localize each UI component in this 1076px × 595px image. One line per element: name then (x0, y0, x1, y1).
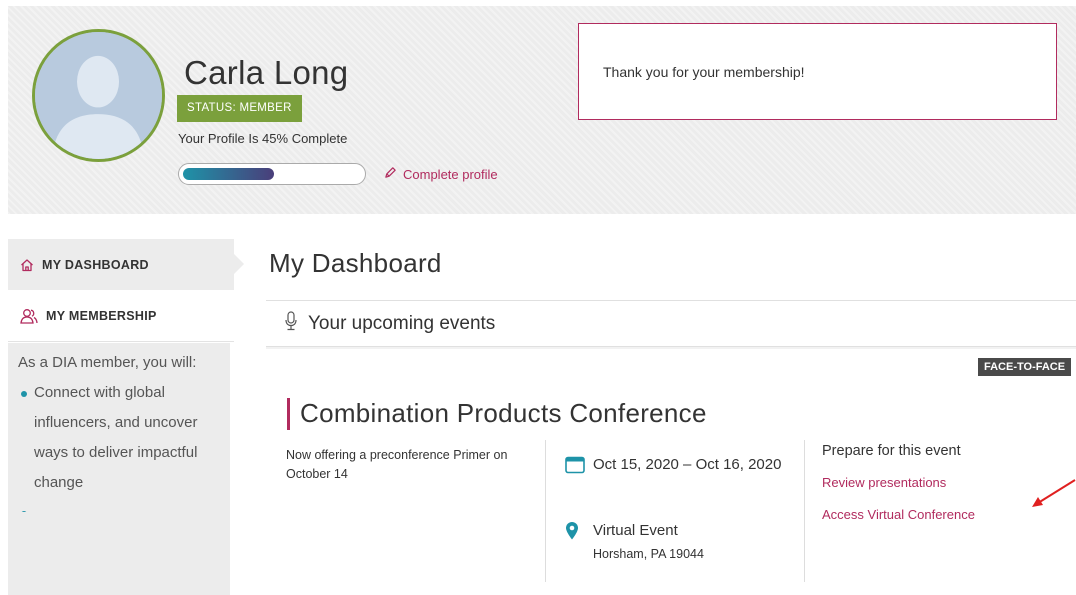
benefit-item: Connect with global influencers, and unc… (18, 378, 220, 498)
page-title: My Dashboard (269, 248, 442, 278)
annotation-arrow-icon (1032, 479, 1076, 507)
membership-benefits-panel: As a DIA member, you will: Connect with … (8, 343, 230, 595)
prepare-heading: Prepare for this event (822, 443, 961, 459)
sidebar-item-label: MY MEMBERSHIP (46, 309, 157, 323)
complete-profile-link[interactable]: Complete profile (384, 163, 498, 185)
event-date: Oct 15, 2020 – Oct 16, 2020 (565, 456, 793, 474)
progress-fill (183, 168, 274, 180)
membership-notice: Thank you for your membership! (578, 23, 1057, 120)
location-title: Virtual Event (593, 522, 678, 539)
home-icon (20, 258, 34, 272)
profile-completion-text: Your Profile Is 45% Complete (178, 131, 348, 146)
sidebar-item-my-membership[interactable]: MY MEMBERSHIP (8, 291, 234, 342)
profile-progress-bar (178, 163, 366, 185)
event-date-text: Oct 15, 2020 – Oct 16, 2020 (593, 456, 782, 473)
pencil-icon (384, 166, 397, 182)
benefit-item-partial (18, 498, 220, 512)
sidebar-item-my-dashboard[interactable]: MY DASHBOARD (8, 239, 244, 290)
column-divider (804, 440, 805, 582)
section-title: Your upcoming events (308, 312, 496, 334)
location-address: Horsham, PA 19044 (593, 547, 704, 561)
review-presentations-link[interactable]: Review presentations (822, 475, 946, 490)
benefits-list: Connect with global influencers, and unc… (18, 378, 220, 512)
event-type-tag: FACE-TO-FACE (978, 358, 1072, 376)
column-divider (545, 440, 546, 582)
membership-intro: As a DIA member, you will: (18, 354, 197, 371)
upcoming-events-header: Your upcoming events (266, 300, 1076, 347)
members-icon (20, 308, 38, 324)
membership-notice-text: Thank you for your membership! (603, 63, 805, 80)
microphone-icon (284, 310, 298, 337)
status-badge: STATUS: MEMBER (177, 95, 302, 122)
person-silhouette-icon (35, 32, 162, 159)
event-accent-bar (287, 398, 290, 430)
sidebar-item-label: MY DASHBOARD (42, 257, 149, 272)
event-title[interactable]: Combination Products Conference (300, 398, 707, 429)
event-location: Virtual Event Horsham, PA 19044 (565, 521, 704, 561)
complete-profile-label: Complete profile (403, 166, 498, 182)
avatar[interactable] (32, 29, 165, 162)
map-pin-icon (565, 521, 579, 561)
user-name: Carla Long (184, 54, 349, 91)
event-description: Now offering a preconference Primer on O… (286, 448, 508, 481)
access-virtual-conference-link[interactable]: Access Virtual Conference (822, 507, 975, 522)
page: Carla Long STATUS: MEMBER Your Profile I… (0, 0, 1076, 595)
calendar-icon (565, 456, 585, 474)
